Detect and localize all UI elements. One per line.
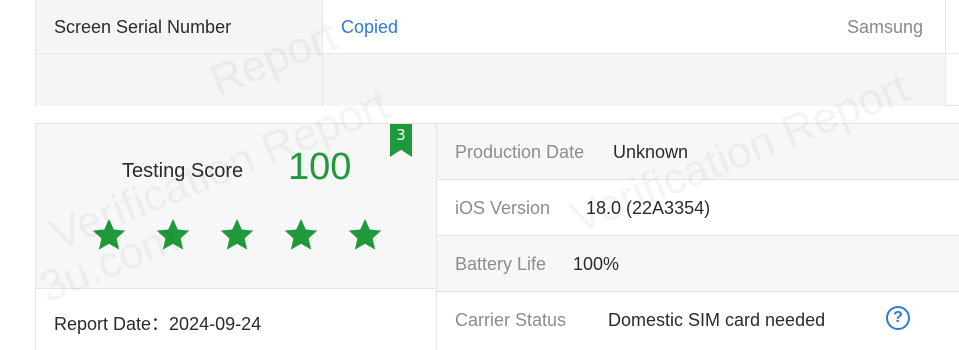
carrier-status-row: Carrier Status Domestic SIM card needed …: [437, 292, 959, 350]
empty-value-cell: [323, 54, 946, 106]
badge-number: 3: [396, 126, 406, 144]
ios-version-value: 18.0 (22A3354): [586, 198, 711, 218]
production-date-row: Production Date Unknown: [437, 124, 959, 180]
score-panel: Testing Score 100 3: [36, 124, 437, 289]
production-date-value: Unknown: [613, 142, 689, 162]
battery-life-value: 100%: [573, 254, 620, 274]
brand-text: Samsung: [846, 17, 923, 37]
star-icon: [284, 218, 318, 250]
star-icon: [156, 218, 190, 250]
serial-value-cell: Copied Samsung: [323, 0, 946, 53]
device-info-table-top: Screen Serial Number Copied Samsung: [35, 0, 959, 106]
serial-number-row: Screen Serial Number Copied Samsung: [36, 0, 959, 54]
star-icon: [220, 218, 254, 250]
ios-version-row: iOS Version 18.0 (22A3354): [437, 180, 959, 236]
testing-score-label: Testing Score: [122, 160, 244, 182]
testing-summary-block: Testing Score 100 3 Report Date：2024-09-…: [35, 123, 959, 350]
carrier-status-label: Carrier Status: [455, 310, 567, 330]
question-circle-icon[interactable]: ?: [886, 306, 910, 330]
copied-link[interactable]: Copied: [341, 17, 398, 38]
battery-life-row: Battery Life 100%: [437, 236, 959, 292]
production-date-label: Production Date: [455, 142, 585, 162]
rating-stars: [90, 216, 384, 260]
report-date-text: Report Date：2024-09-24: [54, 314, 262, 334]
star-icon: [348, 218, 382, 250]
serial-label-cell: Screen Serial Number: [36, 0, 323, 53]
bookmark-badge: 3: [390, 124, 412, 157]
device-info-list: Production Date Unknown iOS Version 18.0…: [437, 124, 959, 350]
star-icon: [92, 218, 126, 250]
battery-life-label: Battery Life: [455, 254, 547, 274]
carrier-status-value: Domestic SIM card needed: [608, 310, 826, 330]
report-date-cell: Report Date：2024-09-24: [36, 289, 437, 350]
empty-row: [36, 54, 959, 106]
empty-label-cell: [36, 54, 323, 106]
testing-score-value: 100: [288, 146, 352, 188]
serial-number-label: Screen Serial Number: [54, 17, 232, 37]
ios-version-label: iOS Version: [455, 198, 551, 218]
